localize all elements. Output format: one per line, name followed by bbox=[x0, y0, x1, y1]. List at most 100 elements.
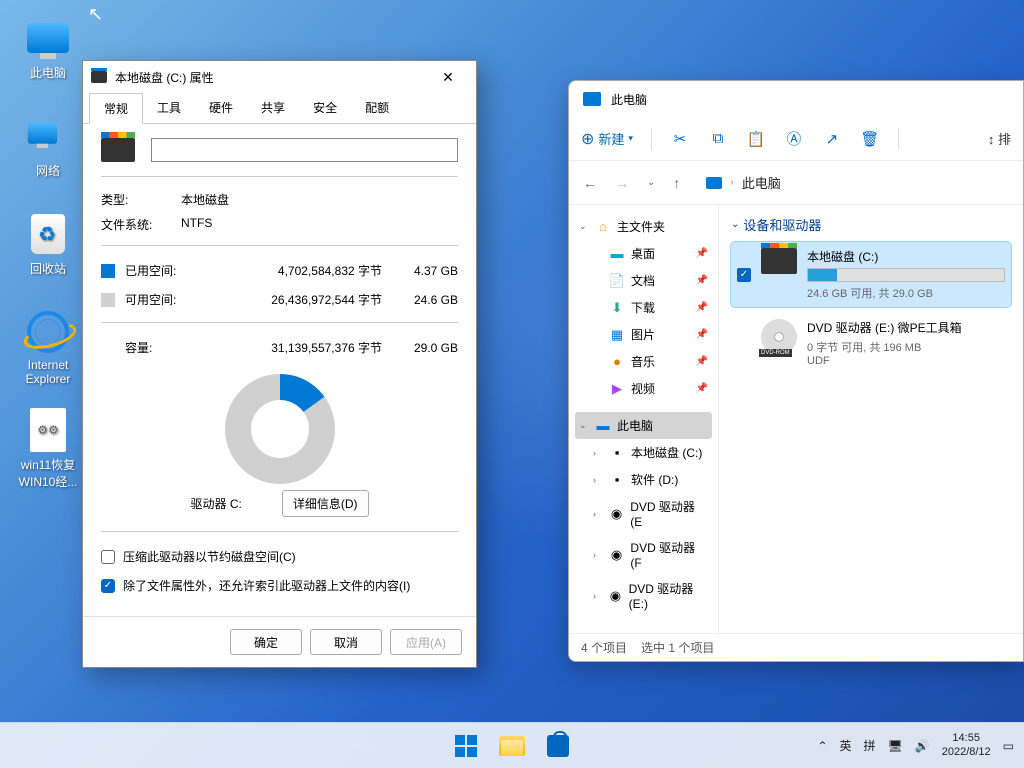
free-bytes: 26,436,972,544 字节 bbox=[197, 291, 396, 308]
pc-icon bbox=[706, 177, 722, 189]
up-button[interactable]: ↑ bbox=[673, 175, 680, 191]
pin-icon: 📌 bbox=[696, 248, 708, 259]
pin-icon: 📌 bbox=[696, 383, 708, 394]
tree-drive-c[interactable]: ›▪本地磁盘 (C:) bbox=[589, 439, 712, 466]
section-header[interactable]: ⌄设备和驱动器 bbox=[731, 215, 1011, 234]
desktop-icon-recyclebin[interactable]: 回收站 bbox=[10, 210, 86, 277]
tree-videos[interactable]: ▶视频📌 bbox=[589, 375, 712, 402]
icon-label: Internet Explorer bbox=[10, 358, 86, 386]
icon-label: 网络 bbox=[10, 162, 86, 179]
ok-button[interactable]: 确定 bbox=[230, 629, 302, 655]
tree-thispc[interactable]: ⌄▬此电脑 bbox=[575, 412, 712, 439]
tab-quota[interactable]: 配额 bbox=[351, 93, 403, 123]
ime-lang[interactable]: 英 bbox=[840, 737, 852, 754]
drive-subtitle: 24.6 GB 可用, 共 29.0 GB bbox=[807, 285, 1005, 301]
type-value: 本地磁盘 bbox=[181, 191, 229, 208]
tree-documents[interactable]: 📄文档📌 bbox=[589, 267, 712, 294]
separator bbox=[898, 128, 899, 150]
close-button[interactable]: ✕ bbox=[428, 63, 468, 91]
forward-button[interactable]: → bbox=[615, 175, 629, 191]
tree-pictures[interactable]: ▦图片📌 bbox=[589, 321, 712, 348]
folder-icon bbox=[499, 736, 525, 756]
icon-label: win11恢复WIN10经... bbox=[10, 456, 86, 490]
ime-mode[interactable]: 拼 bbox=[864, 737, 876, 754]
fs-value: NTFS bbox=[181, 216, 212, 233]
history-dropdown[interactable]: ⌄ bbox=[647, 177, 655, 188]
tree-dvd-e[interactable]: ›◉DVD 驱动器 (E bbox=[589, 493, 712, 534]
explorer-titlebar[interactable]: 此电脑 bbox=[569, 81, 1023, 117]
detail-button[interactable]: 详细信息(D) bbox=[282, 490, 369, 517]
clock[interactable]: 14:55 2022/8/12 bbox=[942, 732, 991, 758]
separator bbox=[651, 128, 652, 150]
explorer-statusbar: 4 个项目 选中 1 个项目 bbox=[569, 633, 1023, 661]
dialog-title: 本地磁盘 (C:) 属性 bbox=[115, 69, 214, 86]
tree-dvd-f[interactable]: ›◉DVD 驱动器 (F bbox=[589, 534, 712, 575]
tray-overflow[interactable]: ⌃ bbox=[817, 739, 827, 753]
free-swatch bbox=[101, 293, 115, 307]
network-tray-icon[interactable]: 🖥 bbox=[888, 739, 903, 753]
start-button[interactable] bbox=[446, 726, 486, 766]
tree-dvd-e2[interactable]: ›◉DVD 驱动器 (E:) bbox=[589, 575, 712, 616]
drive-item-dvd[interactable]: DVD 驱动器 (E:) 微PE工具箱 0 字节 可用, 共 196 MB UD… bbox=[731, 313, 1011, 373]
tab-sharing[interactable]: 共享 bbox=[247, 93, 299, 123]
crumb-text: 此电脑 bbox=[742, 173, 781, 192]
explorer-taskbar-button[interactable] bbox=[492, 726, 532, 766]
breadcrumb[interactable]: › 此电脑 bbox=[706, 173, 780, 192]
pc-icon bbox=[583, 92, 601, 106]
tree-drive-d[interactable]: ›▪软件 (D:) bbox=[589, 466, 712, 493]
index-checkbox-row[interactable]: ✓ 除了文件属性外，还允许索引此驱动器上文件的内容(I) bbox=[101, 571, 458, 600]
dialog-titlebar[interactable]: 本地磁盘 (C:) 属性 ✕ bbox=[83, 61, 476, 93]
notifications-icon[interactable]: ▭ bbox=[1003, 739, 1014, 753]
cancel-button[interactable]: 取消 bbox=[310, 629, 382, 655]
dvd-icon bbox=[761, 319, 797, 355]
drive-icon bbox=[101, 138, 135, 162]
explorer-tree: ⌄⌂主文件夹 ▬桌面📌 📄文档📌 ⬇下载📌 ▦图片📌 ●音乐📌 ▶视频📌 ⌄▬此… bbox=[569, 205, 719, 633]
used-gb: 4.37 GB bbox=[396, 264, 458, 278]
rename-icon[interactable]: Ⓐ bbox=[784, 129, 804, 149]
copy-icon[interactable]: ⧉ bbox=[708, 129, 728, 149]
cap-gb: 29.0 GB bbox=[396, 341, 458, 355]
desktop-icon-file[interactable]: win11恢复WIN10经... bbox=[10, 406, 86, 490]
tab-bar: 常规 工具 硬件 共享 安全 配额 bbox=[83, 93, 476, 124]
monitor-icon bbox=[27, 23, 69, 53]
drive-subtitle: 0 字节 可用, 共 196 MB bbox=[807, 339, 1005, 355]
tab-hardware[interactable]: 硬件 bbox=[195, 93, 247, 123]
share-icon[interactable]: ↗ bbox=[822, 129, 842, 149]
compress-checkbox-row[interactable]: 压缩此驱动器以节约磁盘空间(C) bbox=[101, 542, 458, 571]
mouse-cursor: ↖ bbox=[88, 4, 103, 25]
properties-dialog: 本地磁盘 (C:) 属性 ✕ 常规 工具 硬件 共享 安全 配额 类型:本地磁盘… bbox=[82, 60, 477, 668]
desktop-icon-network[interactable]: 网络 bbox=[10, 112, 86, 179]
tab-security[interactable]: 安全 bbox=[299, 93, 351, 123]
cut-icon[interactable]: ✂ bbox=[670, 129, 690, 149]
back-button[interactable]: ← bbox=[583, 175, 597, 191]
checkbox-icon[interactable]: ✓ bbox=[101, 579, 115, 593]
drive-item-c[interactable]: ✓ 本地磁盘 (C:) 24.6 GB 可用, 共 29.0 GB bbox=[731, 242, 1011, 307]
tab-general[interactable]: 常规 bbox=[89, 93, 143, 124]
status-count: 4 个项目 bbox=[581, 639, 627, 656]
start-icon bbox=[455, 735, 477, 757]
tree-downloads[interactable]: ⬇下载📌 bbox=[589, 294, 712, 321]
drive-icon bbox=[91, 71, 107, 83]
new-button[interactable]: ⊕新建▾ bbox=[581, 129, 633, 149]
store-taskbar-button[interactable] bbox=[538, 726, 578, 766]
desktop-icon-ie[interactable]: Internet Explorer bbox=[10, 308, 86, 386]
checkbox-icon[interactable]: ✓ bbox=[737, 268, 751, 282]
desktop-icon-thispc[interactable]: 此电脑 bbox=[10, 14, 86, 81]
delete-icon[interactable]: 🗑 bbox=[860, 129, 880, 149]
checkbox-icon[interactable] bbox=[101, 550, 115, 564]
drive-name-input[interactable] bbox=[151, 138, 458, 162]
sort-button[interactable]: ↕ 排 bbox=[988, 129, 1011, 148]
used-label: 已用空间: bbox=[125, 262, 197, 279]
paste-icon[interactable]: 📋 bbox=[746, 129, 766, 149]
drive-icon bbox=[761, 248, 797, 274]
index-label: 除了文件属性外，还允许索引此驱动器上文件的内容(I) bbox=[123, 577, 410, 594]
apply-button[interactable]: 应用(A) bbox=[390, 629, 462, 655]
tab-tools[interactable]: 工具 bbox=[143, 93, 195, 123]
volume-tray-icon[interactable]: 🔊 bbox=[915, 739, 930, 753]
tree-desktop[interactable]: ▬桌面📌 bbox=[589, 240, 712, 267]
tree-home[interactable]: ⌄⌂主文件夹 bbox=[575, 213, 712, 240]
pin-icon: 📌 bbox=[696, 275, 708, 286]
cap-label: 容量: bbox=[125, 339, 197, 356]
explorer-content: ⌄设备和驱动器 ✓ 本地磁盘 (C:) 24.6 GB 可用, 共 29.0 G… bbox=[719, 205, 1023, 633]
tree-music[interactable]: ●音乐📌 bbox=[589, 348, 712, 375]
